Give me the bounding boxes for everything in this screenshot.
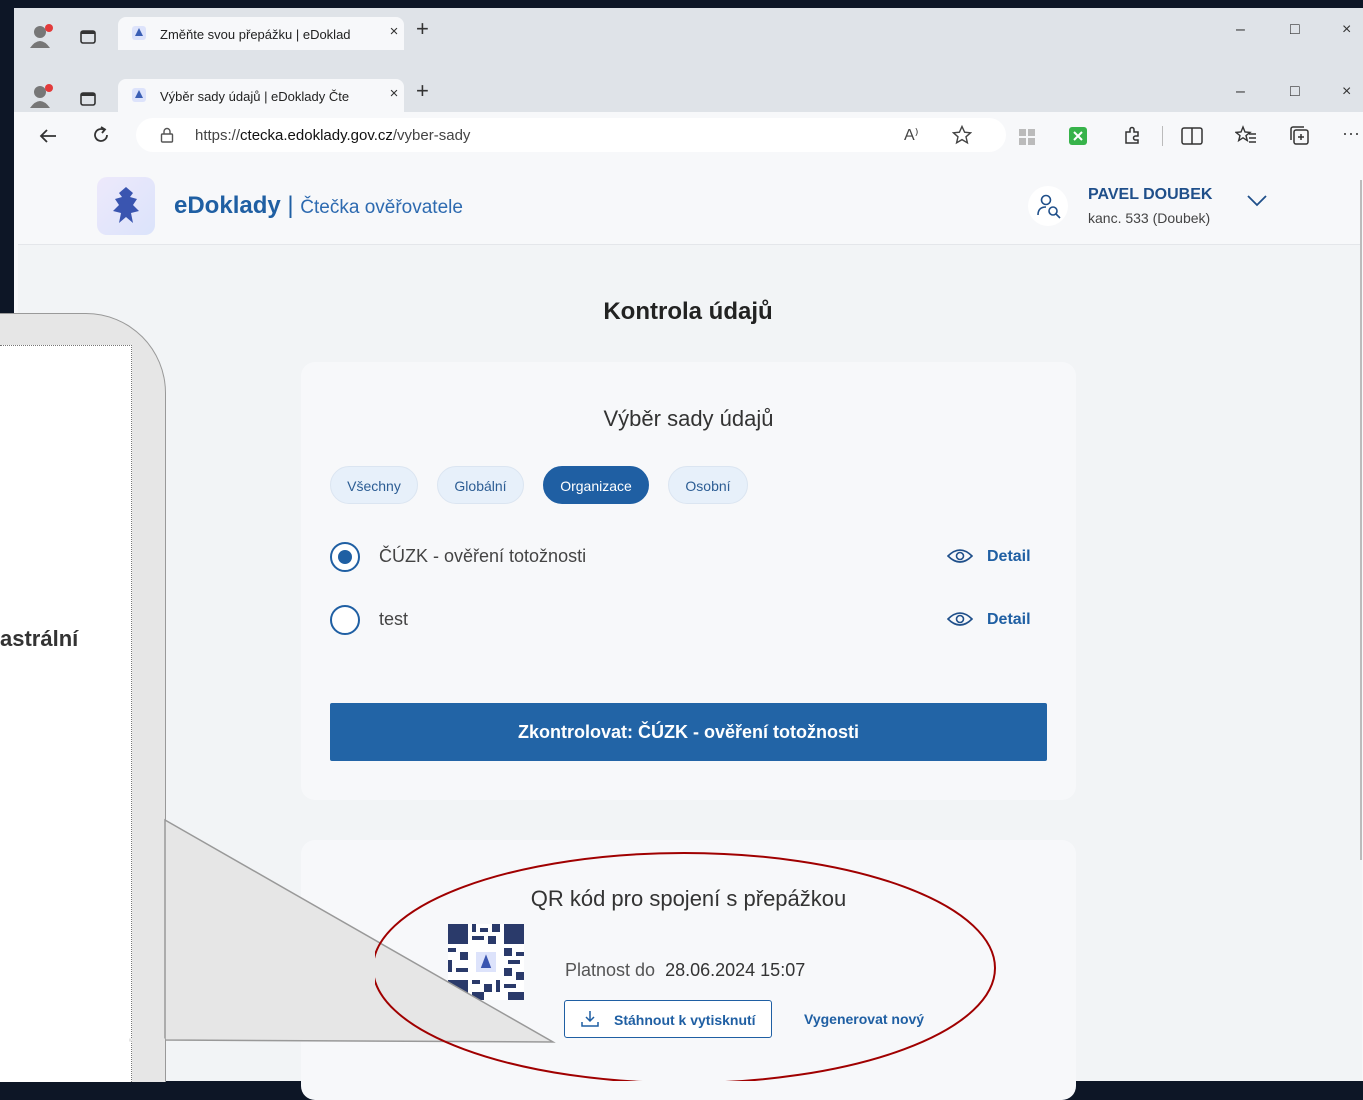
address-bar-row: https://ctecka.edoklady.gov.cz/vyber-sad…	[14, 112, 1363, 160]
eye-icon	[947, 549, 973, 563]
active-tab-title: Výběr sady údajů | eDoklady Čte	[160, 89, 350, 104]
new-tab-button[interactable]: +	[416, 80, 429, 102]
radio-cuzk[interactable]	[330, 542, 360, 572]
site-header: eDoklady | Čtečka ověřovatele PAVEL DOUB…	[18, 168, 1362, 245]
brand-title[interactable]: eDoklady | Čtečka ověřovatele	[174, 192, 463, 220]
profile-icon[interactable]	[30, 24, 54, 50]
maximize-button[interactable]: □	[1290, 21, 1300, 39]
filter-chip-personal[interactable]: Osobní	[668, 466, 748, 504]
profile-icon[interactable]	[30, 84, 54, 110]
option-label-test[interactable]: test	[379, 609, 408, 630]
close-window-button[interactable]: ×	[1342, 83, 1351, 101]
tab-actions-icon[interactable]	[80, 92, 96, 106]
maximize-button[interactable]: □	[1290, 83, 1300, 101]
user-office: kanc. 533 (Doubek)	[1088, 210, 1211, 226]
callout-text-fragment: astrální	[0, 626, 79, 651]
minimize-button[interactable]: –	[1236, 21, 1245, 39]
close-tab-icon[interactable]: ×	[384, 85, 404, 102]
front-tabstrip: Výběr sady údajů | eDoklady Čte × + – □ …	[14, 70, 1363, 112]
close-window-button[interactable]: ×	[1342, 21, 1351, 39]
back-tabstrip: Změňte svou přepážku | eDoklad × + – □ ×	[14, 8, 1363, 50]
close-tab-icon[interactable]: ×	[384, 23, 404, 40]
selection-title: Výběr sady údajů	[603, 406, 774, 431]
user-search-icon	[1037, 194, 1061, 219]
user-avatar[interactable]	[1028, 186, 1068, 226]
check-submit-button[interactable]: Zkontrolovat: ČÚZK - ověření totožnosti	[330, 703, 1047, 761]
minimize-button[interactable]: –	[1236, 83, 1245, 101]
url-path: /vyber-sady	[392, 127, 471, 144]
new-tab-button[interactable]: +	[416, 18, 429, 40]
detail-label: Detail	[987, 548, 1031, 565]
eye-icon	[947, 612, 973, 626]
url-prefix: https://	[195, 127, 241, 144]
chevron-down-icon[interactable]	[1246, 194, 1268, 208]
favicon-icon	[132, 88, 146, 102]
extensions-puzzle-icon[interactable]	[1122, 126, 1142, 146]
favorite-star-icon[interactable]	[952, 125, 972, 145]
dataset-selection-card: Výběr sady údajů Všechny Globální Organi…	[301, 362, 1076, 800]
filter-chip-organization[interactable]: Organizace	[543, 466, 649, 504]
lock-icon[interactable]	[160, 127, 174, 143]
radio-selected-dot	[338, 550, 352, 564]
active-tab[interactable]: Výběr sady údajů | eDoklady Čte ×	[118, 79, 404, 112]
refresh-icon[interactable]	[91, 125, 111, 145]
toolbar-divider	[1162, 126, 1163, 146]
tab-actions-icon[interactable]	[80, 30, 96, 44]
back-arrow-icon[interactable]	[38, 127, 58, 145]
more-menu-icon[interactable]: ···	[1342, 123, 1360, 144]
collections-icon[interactable]	[1289, 125, 1311, 147]
favorites-list-icon[interactable]	[1235, 125, 1257, 147]
url-text[interactable]: https://ctecka.edoklady.gov.cz/vyber-sad…	[195, 127, 470, 144]
detail-label: Detail	[987, 611, 1031, 628]
back-tab[interactable]: Změňte svou přepážku | eDoklad ×	[118, 17, 404, 50]
favicon-icon	[132, 26, 146, 40]
filter-chip-global[interactable]: Globální	[437, 466, 524, 504]
filter-chip-all[interactable]: Všechny	[330, 466, 418, 504]
brand-subtitle: Čtečka ověřovatele	[300, 197, 463, 218]
lion-emblem-icon	[113, 187, 139, 223]
read-aloud-icon[interactable]: A⁾	[904, 125, 919, 145]
edoklady-logo[interactable]	[97, 177, 155, 235]
split-screen-icon[interactable]	[1181, 126, 1203, 146]
page-title: Kontrola údajů	[603, 298, 773, 325]
brand-name: eDoklady	[174, 192, 281, 219]
excel-extension-icon[interactable]	[1069, 127, 1087, 145]
radio-test[interactable]	[330, 605, 360, 635]
option-label-cuzk[interactable]: ČÚZK - ověření totožnosti	[379, 546, 586, 567]
highlight-ellipse	[375, 852, 996, 1081]
scrollbar[interactable]	[1360, 180, 1362, 860]
back-tab-title: Změňte svou přepážku | eDoklad	[160, 27, 351, 42]
user-name[interactable]: PAVEL DOUBEK	[1088, 186, 1212, 204]
url-field[interactable]: https://ctecka.edoklady.gov.cz/vyber-sad…	[136, 118, 1006, 152]
extension-grid-icon[interactable]	[1017, 127, 1037, 147]
brand-separator: |	[287, 192, 294, 219]
url-domain: ctecka.edoklady.gov.cz	[240, 127, 393, 144]
